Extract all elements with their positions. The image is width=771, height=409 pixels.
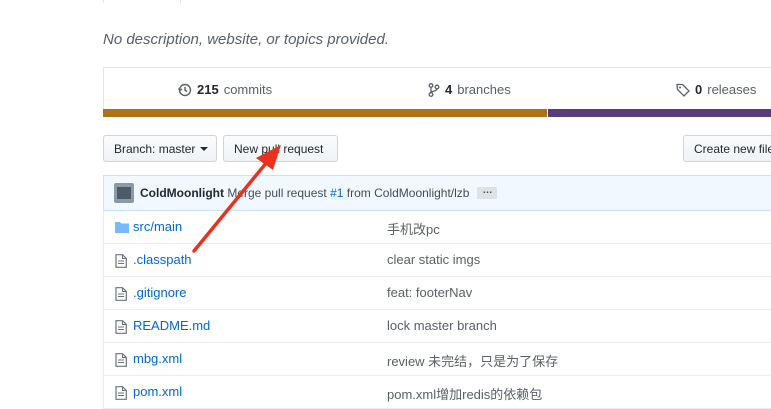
file-icon <box>115 353 129 367</box>
releases-label: releases <box>707 82 757 97</box>
commits-label: commits <box>223 82 273 97</box>
tag-icon <box>676 83 690 97</box>
file-name-link[interactable]: .classpath <box>133 252 192 267</box>
new-pull-request-button[interactable]: New pull request <box>223 135 338 162</box>
branches-count: 4 <box>445 82 453 97</box>
file-commit-message[interactable]: feat: footerNav <box>387 285 472 300</box>
branch-prefix: Branch: <box>114 141 156 156</box>
file-name-link[interactable]: mbg.xml <box>133 351 182 366</box>
branch-icon <box>428 82 440 97</box>
commit-author[interactable]: ColdMoonlight <box>140 186 224 200</box>
releases-link[interactable]: 0 releases <box>676 82 756 97</box>
file-name-link[interactable]: pom.xml <box>133 384 182 399</box>
file-name-link[interactable]: README.md <box>133 318 210 333</box>
folder-icon <box>115 221 129 235</box>
file-name-link[interactable]: .gitignore <box>133 285 186 300</box>
file-row: mbg.xml review 未完结，只是为了保存 <box>103 343 771 376</box>
commit-message-prefix[interactable]: Merge pull request <box>227 186 326 200</box>
file-row: pom.xml pom.xml增加redis的依赖包 <box>103 376 771 409</box>
file-row: src/main 手机改pc <box>103 211 771 244</box>
commits-count: 215 <box>197 82 219 97</box>
create-new-file-button[interactable]: Create new file <box>683 135 771 162</box>
history-icon <box>178 83 192 96</box>
file-commit-message[interactable]: lock master branch <box>387 318 497 333</box>
pr-link[interactable]: #1 <box>330 186 343 200</box>
chevron-down-icon <box>200 146 209 151</box>
branch-name: master <box>158 141 196 156</box>
file-icon <box>115 386 129 400</box>
file-icon <box>115 320 129 334</box>
file-commit-message[interactable]: pom.xml增加redis的依赖包 <box>387 384 542 403</box>
file-icon <box>115 287 129 301</box>
file-table: src/main 手机改pc .classpath clear static imgs… <box>103 211 771 409</box>
language-bar-segment[interactable] <box>548 109 771 117</box>
releases-count: 0 <box>695 82 703 97</box>
branch-select-button[interactable]: Branch: master <box>103 135 217 162</box>
file-commit-message[interactable]: review 未完结，只是为了保存 <box>387 351 558 370</box>
commits-link[interactable]: 215 commits <box>178 82 272 97</box>
author-avatar[interactable] <box>114 183 134 203</box>
file-commit-message[interactable]: 手机改pc <box>387 219 440 238</box>
commit-message-suffix[interactable]: from ColdMoonlight/lzb <box>347 186 470 200</box>
file-name-link[interactable]: src/main <box>133 219 182 234</box>
file-row: .gitignore feat: footerNav <box>103 277 771 310</box>
file-row: README.md lock master branch <box>103 310 771 343</box>
branches-link[interactable]: 4 branches <box>428 82 511 97</box>
expand-commit-button[interactable]: … <box>477 186 498 199</box>
repo-description: No description, website, or topics provi… <box>103 31 389 48</box>
tab-stub <box>103 0 181 3</box>
file-commit-message[interactable]: clear static imgs <box>387 252 480 267</box>
file-row: .classpath clear static imgs <box>103 244 771 277</box>
language-bar[interactable] <box>103 109 771 117</box>
language-bar-segment[interactable] <box>103 109 548 117</box>
latest-commit-bar: ColdMoonlight Merge pull request #1 from… <box>103 175 771 211</box>
branches-label: branches <box>457 82 511 97</box>
file-icon <box>115 254 129 268</box>
